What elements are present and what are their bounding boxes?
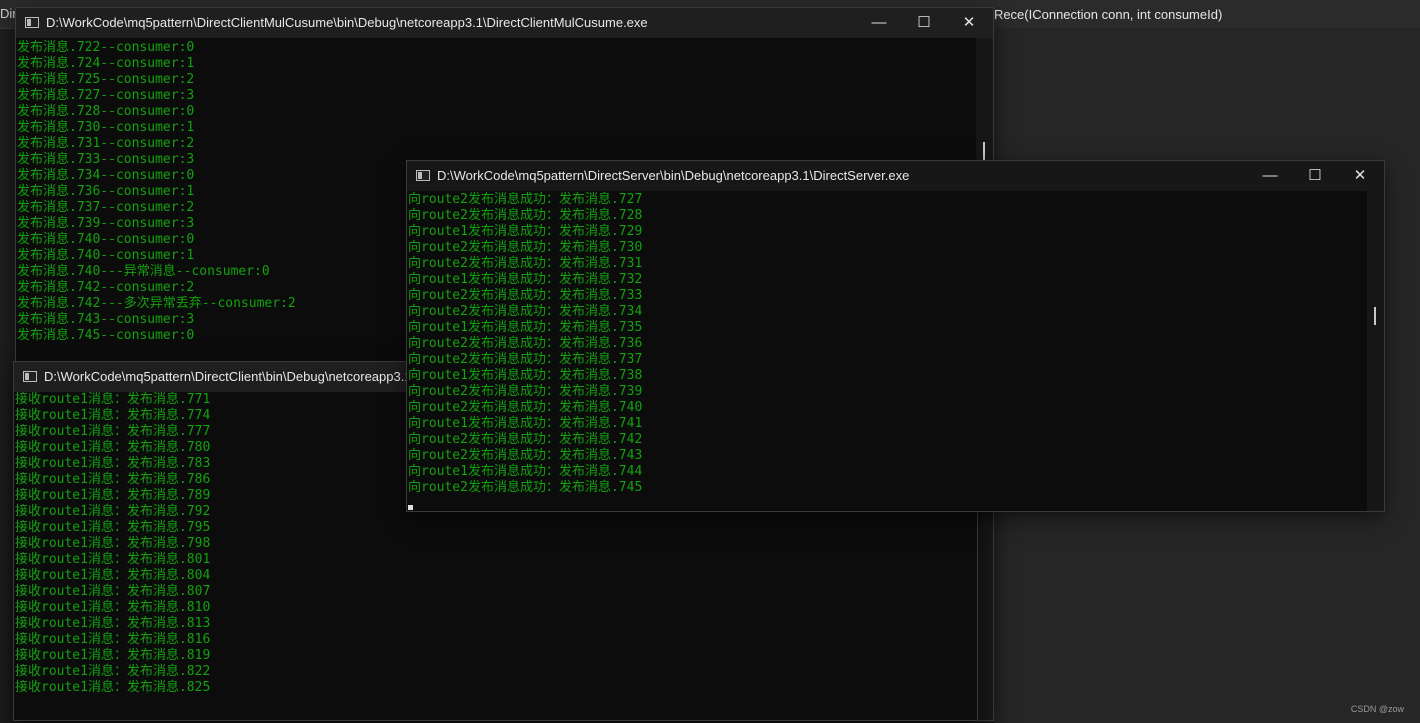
ide-tab-label[interactable]: Dir [0, 6, 17, 21]
console-line: 发布消息.722--consumer:0 [17, 40, 195, 55]
console-app-icon [23, 371, 37, 382]
console-line: 接收route1消息：发布消息.822 [15, 664, 211, 679]
minimize-button[interactable]: — [856, 8, 902, 38]
server-console-window[interactable]: D:\WorkCode\mq5pattern\DirectServer\bin\… [407, 161, 1384, 511]
console-line: 向route2发布消息成功：发布消息.740 [408, 400, 643, 415]
console-line: 向route2发布消息成功：发布消息.742 [408, 432, 643, 447]
console-line: 向route1发布消息成功：发布消息.729 [408, 224, 643, 239]
server-console-output[interactable]: 向route2发布消息成功：发布消息.727 向route2发布消息成功：发布消息… [407, 192, 1367, 511]
console-line: 向route2发布消息成功：发布消息.731 [408, 256, 643, 271]
maximize-button[interactable]: ☐ [901, 8, 947, 38]
close-button[interactable]: ✕ [946, 8, 992, 38]
console-line: 向route2发布消息成功：发布消息.736 [408, 336, 643, 351]
console-line: 接收route1消息：发布消息.819 [15, 648, 211, 663]
console-line: 接收route1消息：发布消息.795 [15, 520, 211, 535]
close-button[interactable]: ✕ [1337, 161, 1383, 191]
minimize-button[interactable]: — [1247, 161, 1293, 191]
console-line: 接收route1消息：发布消息.810 [15, 600, 211, 615]
console-line: 接收route1消息：发布消息.798 [15, 536, 211, 551]
console-line: 接收route1消息：发布消息.807 [15, 584, 211, 599]
console-line: 向route2发布消息成功：发布消息.733 [408, 288, 643, 303]
resize-grip[interactable] [408, 505, 413, 510]
watermark: CSDN @zow [1350, 704, 1404, 714]
console-line: 发布消息.730--consumer:1 [17, 120, 195, 135]
console-line: 接收route1消息：发布消息.804 [15, 568, 211, 583]
console-line: 接收route1消息：发布消息.801 [15, 552, 211, 567]
console-line: 向route2发布消息成功：发布消息.739 [408, 384, 643, 399]
console-app-icon [25, 17, 39, 28]
console-line: 接收route1消息：发布消息.825 [15, 680, 211, 695]
ide-method-signature[interactable]: rtRece(IConnection conn, int consumeId) [986, 7, 1222, 22]
console-line: 发布消息.727--consumer:3 [17, 88, 195, 103]
console-line: 接收route1消息：发布消息.813 [15, 616, 211, 631]
consumers-titlebar[interactable]: D:\WorkCode\mq5pattern\DirectClientMulCu… [16, 8, 993, 38]
console-line: 向route1发布消息成功：发布消息.741 [408, 416, 643, 431]
console-line: 发布消息.731--consumer:2 [17, 136, 195, 151]
console-line: 向route2发布消息成功：发布消息.727 [408, 192, 643, 207]
consumers-window-title: D:\WorkCode\mq5pattern\DirectClientMulCu… [46, 15, 648, 30]
console-line: 向route2发布消息成功：发布消息.728 [408, 208, 643, 223]
console-line: 向route1发布消息成功：发布消息.744 [408, 464, 643, 479]
console-app-icon [416, 170, 430, 181]
console-line: 向route1发布消息成功：发布消息.732 [408, 272, 643, 287]
console-line: 向route1发布消息成功：发布消息.735 [408, 320, 643, 335]
console-line: 接收route1消息：发布消息.816 [15, 632, 211, 647]
consumers-scrollbar-thumb[interactable] [983, 142, 985, 160]
console-line: 发布消息.725--consumer:2 [17, 72, 195, 87]
console-line: 向route2发布消息成功：发布消息.737 [408, 352, 643, 367]
console-line: 向route2发布消息成功：发布消息.745 [408, 480, 643, 495]
console-line: 向route2发布消息成功：发布消息.743 [408, 448, 643, 463]
console-line: 向route1发布消息成功：发布消息.738 [408, 368, 643, 383]
server-scrollbar-thumb[interactable] [1374, 307, 1376, 325]
console-line: 发布消息.728--consumer:0 [17, 104, 195, 119]
maximize-button[interactable]: ☐ [1292, 161, 1338, 191]
server-window-title: D:\WorkCode\mq5pattern\DirectServer\bin\… [437, 168, 910, 183]
server-titlebar[interactable]: D:\WorkCode\mq5pattern\DirectServer\bin\… [407, 161, 1384, 191]
console-line: 发布消息.724--consumer:1 [17, 56, 195, 71]
console-line: 向route2发布消息成功：发布消息.730 [408, 240, 643, 255]
server-scrollbar[interactable] [1367, 191, 1384, 511]
console-line: 向route2发布消息成功：发布消息.734 [408, 304, 643, 319]
